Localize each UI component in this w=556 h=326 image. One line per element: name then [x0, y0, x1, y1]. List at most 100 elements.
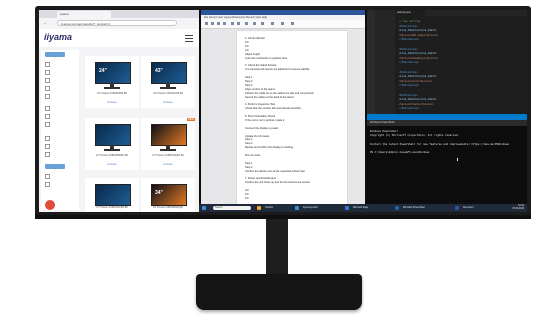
ribbon-tool-icon[interactable] — [271, 22, 274, 25]
document-text-line: Lift — [245, 193, 249, 196]
editor-tab[interactable]: settings.json — [395, 10, 425, 16]
document-text-line: Run the tests — [245, 154, 261, 157]
windows-start-icon[interactable] — [202, 206, 206, 210]
filter-checkbox[interactable] — [45, 174, 50, 179]
browser-icon[interactable] — [345, 206, 349, 210]
document-text-line: Secure the cables at the back of the sta… — [245, 95, 295, 99]
document-text-line: Step 1 — [245, 76, 253, 79]
taskbar-search[interactable]: Search — [213, 206, 251, 210]
terminal-window[interactable]: Windows PowerShell Windows PowerShell Cop… — [367, 120, 527, 202]
document-text-line: Adjust height — [245, 52, 260, 56]
code-line: <Version>Net.Tags</Version> — [399, 33, 438, 37]
taskbar-app[interactable]: Outlook — [265, 206, 273, 210]
foot-image — [160, 149, 176, 151]
product-card[interactable]: 24" 24" ProLite XUB2493HS-B5 Compare — [85, 56, 139, 108]
product-title[interactable]: 24" ProLite XUB2495WSU-B5 — [88, 154, 136, 157]
filter-apply-button[interactable] — [45, 164, 65, 169]
ribbon-tool-icon[interactable] — [245, 22, 248, 25]
filter-checkbox[interactable] — [45, 106, 50, 111]
browser-window: iiyama ← iiyama.com/ua/products/?_produc… — [39, 10, 199, 212]
document-text-line: Lift — [245, 40, 249, 44]
taskbar-app[interactable]: Document — [463, 206, 473, 210]
terminal-title: Windows PowerShell — [367, 120, 527, 126]
size-tag: 34" — [155, 190, 163, 196]
filter-checkbox[interactable] — [45, 152, 50, 157]
document-text-line: Restart and confirm the display is worki… — [245, 146, 294, 150]
product-card[interactable]: 24" ProLite XUB2495WSU-B5 Compare — [85, 118, 139, 170]
document-text-line: If the unit is not in portrait, rotate i… — [245, 118, 285, 122]
product-card[interactable]: NEW 27" ProLite XUB2763QSU-B1 Compare — [141, 118, 195, 170]
ribbon-tool-icon[interactable] — [231, 22, 234, 25]
compare-link[interactable]: Compare — [88, 101, 136, 104]
code-line: // Use settings — [399, 20, 421, 23]
document-ribbon — [201, 20, 365, 29]
chat-icon[interactable] — [45, 200, 55, 210]
code-line: <Version>Core</Version> — [399, 79, 433, 83]
filter-checkbox[interactable] — [45, 114, 50, 119]
ribbon-tool-icon[interactable] — [205, 22, 208, 25]
text-cursor — [457, 158, 458, 161]
code-line: <Line_Ident>3</Line_Ident> — [399, 75, 437, 79]
filter-checkbox[interactable] — [45, 136, 50, 141]
product-title[interactable]: 24" ProLite XUB2493HS-B5 — [88, 92, 136, 95]
code-line: </ModuleGroup> — [399, 38, 420, 42]
ribbon-tool-icon[interactable] — [211, 22, 214, 25]
filter-checkbox[interactable] — [45, 122, 50, 127]
address-bar[interactable]: iiyama.com/ua/products/?_product=1 — [57, 20, 177, 26]
clock-date: 05.06.2024 — [512, 208, 525, 210]
edge-icon[interactable] — [295, 206, 299, 210]
ribbon-tool-icon[interactable] — [237, 22, 240, 25]
filter-checkbox[interactable] — [45, 144, 50, 149]
clock[interactable]: 10:42 05.06.2024 — [513, 205, 525, 211]
code-line: <Line_Ident>2</Line_Ident> — [399, 52, 437, 56]
ribbon-tool-icon[interactable] — [281, 22, 284, 25]
document-text-line: Step 3 — [245, 83, 253, 87]
document-page[interactable]: 2. Lift the Monitor Lift Lift Lift Adjust he… — [237, 31, 347, 209]
ribbon-tool-icon[interactable] — [291, 22, 294, 25]
filter-button[interactable] — [45, 52, 65, 57]
ribbon-tool-icon[interactable] — [217, 22, 220, 25]
browser-tab[interactable]: iiyama — [57, 11, 111, 18]
product-card[interactable]: 43" 43" ProLite LH4342UHS-B3 Compare — [141, 56, 195, 108]
filter-checkbox[interactable] — [45, 62, 50, 67]
menu-icon[interactable] — [185, 35, 193, 42]
product-title[interactable]: 34" ProLite XUB3493WQSU — [144, 206, 192, 209]
filter-checkbox[interactable] — [45, 78, 50, 83]
filter-checkbox[interactable] — [45, 182, 50, 187]
filter-checkbox[interactable] — [45, 70, 50, 75]
browser-tab-strip: iiyama — [39, 10, 199, 18]
ribbon-tool-icon[interactable] — [261, 22, 264, 25]
product-card[interactable]: 34" 34" ProLite XUB3493WQSU — [141, 178, 195, 212]
product-title[interactable]: 43" ProLite LH4342UHS-B3 — [144, 92, 192, 95]
filter-checkbox[interactable] — [45, 86, 50, 91]
site-logo[interactable]: iiyama — [44, 32, 72, 42]
taskbar-app[interactable]: iiyama product — [303, 206, 318, 210]
back-arrow-icon[interactable]: ← — [43, 20, 48, 26]
document-text-line: 2. Lift the Monitor — [245, 37, 266, 40]
foot-image — [104, 87, 120, 89]
compare-link[interactable]: Compare — [144, 163, 192, 166]
compare-link[interactable]: Compare — [88, 163, 136, 166]
code-line: <Version>Assembly</Version> — [399, 56, 438, 60]
document-text-line: Step 2 — [245, 165, 253, 169]
product-card[interactable]: 27" ProLite XUB2792QSN-B5 — [85, 178, 139, 212]
taskbar-app[interactable]: Windows PowerShell — [403, 206, 425, 210]
file-explorer-icon[interactable] — [257, 206, 261, 210]
document-text-line: 3. Check the Stand Screws — [245, 64, 277, 68]
product-title[interactable]: 27" ProLite XUB2763QSU-B1 — [144, 154, 192, 157]
filter-checkbox[interactable] — [45, 94, 50, 99]
ribbon-tool-icon[interactable] — [253, 22, 256, 25]
product-title[interactable]: 27" ProLite XUB2792QSN-B5 — [88, 206, 136, 209]
document-text-line: Check that the monitor tilts and swivels… — [245, 107, 302, 111]
powershell-icon[interactable] — [395, 206, 399, 210]
monitor-image — [151, 124, 187, 146]
code-line: <ModuleGroup> — [399, 24, 418, 28]
compare-link[interactable]: Compare — [144, 101, 192, 104]
document-text-line: Lift — [245, 196, 249, 200]
document-text-line: 7. Power and Final Review — [245, 177, 276, 181]
stand-base — [196, 274, 362, 310]
word-icon[interactable] — [455, 206, 459, 210]
ribbon-tool-icon[interactable] — [223, 22, 226, 25]
monitor-bezel: iiyama ← iiyama.com/ua/products/?_produc… — [35, 6, 531, 218]
taskbar-app[interactable]: Microsoft Edge — [353, 206, 368, 210]
